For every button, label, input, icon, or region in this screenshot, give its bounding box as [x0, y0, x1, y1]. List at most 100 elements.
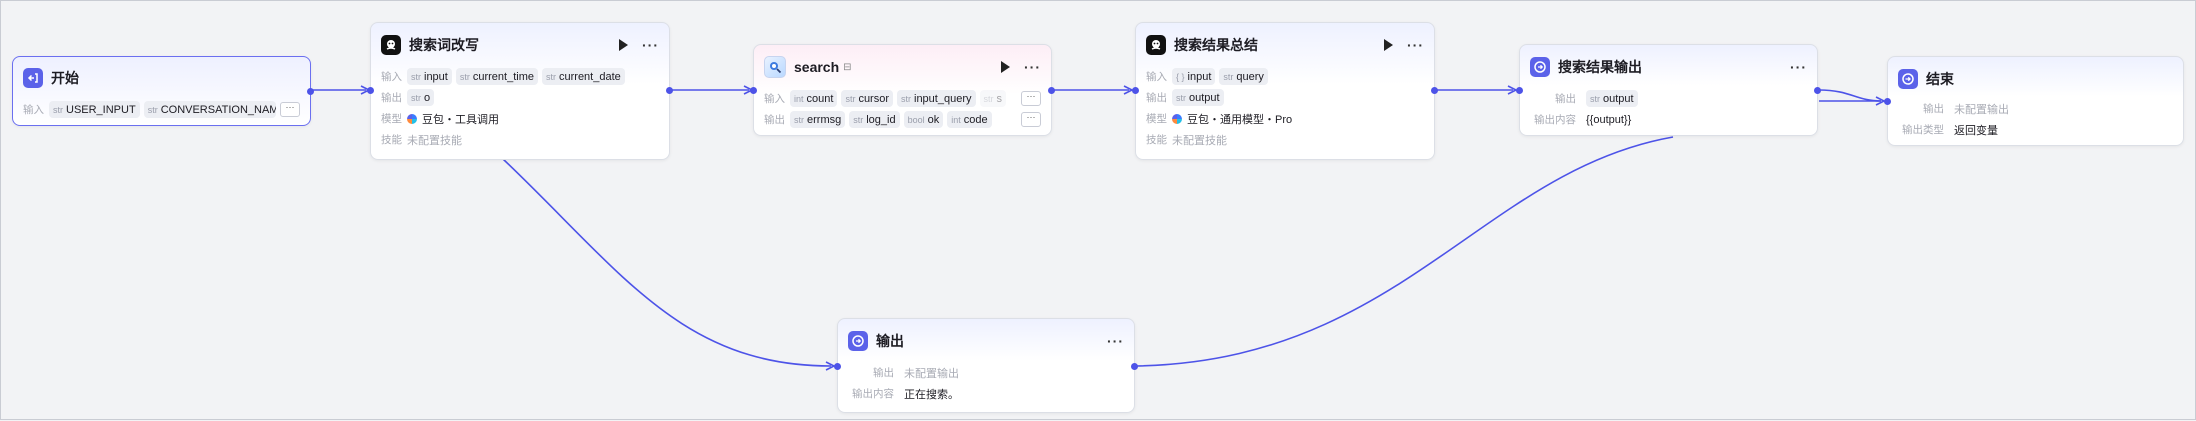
node-title: 输出: [876, 333, 904, 349]
output-row: 输出 str o: [381, 87, 659, 108]
input-port[interactable]: [1884, 98, 1891, 105]
workflow-canvas[interactable]: 开始 输入 str USER_INPUT str CONVERSATION_NAME…: [0, 0, 2196, 420]
model-name: 豆包・工具调用: [422, 113, 499, 126]
input-port[interactable]: [750, 87, 757, 94]
node-title: 结束: [1926, 71, 1954, 87]
node-start[interactable]: 开始 输入 str USER_INPUT str CONVERSATION_NAME…: [12, 56, 314, 126]
node-end[interactable]: 结束 输出 未配置输出 输出类型 返回变量: [1884, 56, 2184, 146]
llm-icon: [381, 35, 401, 55]
output-row: 输出 str output: [1146, 87, 1424, 108]
model-row: 模型 豆包・工具调用: [381, 108, 659, 129]
input-chip: str input: [407, 68, 452, 85]
node-header: 搜索词改写 ···: [381, 33, 659, 57]
output-chip: bool ok: [903, 111, 944, 128]
message-icon: [1530, 57, 1550, 77]
run-icon[interactable]: [1384, 39, 1393, 51]
node-header: 结束: [1898, 67, 2173, 91]
node-result-output[interactable]: 搜索结果输出 ··· 输出 str output 输出内容 {{output}}: [1516, 44, 1821, 136]
llm-icon: [1146, 35, 1166, 55]
run-icon[interactable]: [619, 39, 628, 51]
more-icon[interactable]: ···: [642, 38, 659, 52]
content-label: 输出内容: [1534, 114, 1576, 126]
input-label: 输入: [23, 104, 44, 116]
skill-label: 技能: [1146, 134, 1167, 146]
output-row: 输出 未配置输出: [1898, 98, 2173, 119]
input-port[interactable]: [1132, 87, 1139, 94]
model-icon: [1172, 113, 1182, 124]
node-header: search ⊟ ···: [764, 55, 1041, 79]
input-chip: str s: [979, 90, 1006, 107]
model-label: 模型: [1146, 113, 1167, 125]
output-port[interactable]: [666, 87, 673, 94]
input-chip: str cursor: [841, 90, 893, 107]
input-row: 输入 { } input str query: [1146, 66, 1424, 87]
input-chip: str CONVERSATION_NAME: [143, 101, 276, 118]
output-value: 未配置输出: [1954, 103, 2009, 116]
output-chip: str output: [1172, 89, 1224, 106]
input-chip: str current_time: [455, 68, 538, 85]
content-row: 输出内容 正在搜索。: [848, 383, 1124, 404]
input-chip: int count: [790, 90, 838, 107]
input-port[interactable]: [367, 87, 374, 94]
message-icon: [848, 331, 868, 351]
content-value: 正在搜索。: [904, 388, 959, 401]
model-icon: [407, 113, 417, 124]
model-name: 豆包・通用模型・Pro: [1187, 113, 1293, 126]
run-icon[interactable]: [1001, 61, 1010, 73]
node-search-summary[interactable]: 搜索结果总结 ··· 输入 { } input str query 输出 str ou…: [1132, 22, 1438, 160]
output-chip: str errmsg: [790, 111, 846, 128]
output-port[interactable]: [307, 88, 314, 95]
edge-output-resultout: [1135, 136, 1674, 367]
plugin-icon: [764, 56, 786, 78]
skill-row: 技能 未配置技能: [1146, 129, 1424, 150]
content-row: 输出内容 {{output}}: [1530, 109, 1807, 130]
output-label: 输出: [1146, 92, 1167, 104]
more-icon[interactable]: ···: [1407, 38, 1424, 52]
input-chip: str input_query: [897, 90, 976, 107]
node-title: 搜索结果输出: [1558, 59, 1642, 75]
model-label: 模型: [381, 113, 402, 125]
input-chip: str USER_INPUT: [49, 101, 140, 118]
output-value: 未配置输出: [904, 367, 959, 380]
output-row: 输出 未配置输出: [848, 362, 1124, 383]
node-header: 开始: [23, 66, 300, 90]
input-row: 输入 str input str current_time str current_d…: [381, 66, 659, 87]
type-row: 输出类型 返回变量: [1898, 119, 2173, 140]
end-icon: [1898, 69, 1918, 89]
content-value: {{output}}: [1586, 113, 1632, 126]
more-inputs-button[interactable]: ···: [1021, 91, 1041, 106]
input-row: 输入 int count str cursor str input_query str…: [764, 88, 1041, 109]
node-output[interactable]: 输出 ··· 输出 未配置输出 输出内容 正在搜索。: [834, 318, 1138, 413]
output-label: 输出: [381, 92, 402, 104]
output-row: 输出 str output: [1530, 88, 1807, 109]
node-header: 输出 ···: [848, 329, 1124, 353]
input-port[interactable]: [1516, 87, 1523, 94]
type-value: 返回变量: [1954, 124, 1998, 137]
plugin-info-icon[interactable]: ⊟: [843, 62, 851, 73]
input-label: 输入: [1146, 71, 1167, 83]
input-port[interactable]: [834, 363, 841, 370]
model-row: 模型 豆包・通用模型・Pro: [1146, 108, 1424, 129]
output-port[interactable]: [1048, 87, 1055, 94]
output-label: 输出: [873, 367, 894, 379]
start-icon: [23, 68, 43, 88]
more-outputs-button[interactable]: ···: [1021, 112, 1041, 127]
output-port[interactable]: [1431, 87, 1438, 94]
node-header: 搜索结果输出 ···: [1530, 55, 1807, 79]
node-header: 搜索结果总结 ···: [1146, 33, 1424, 57]
content-label: 输出内容: [852, 388, 894, 400]
more-icon[interactable]: ···: [1790, 60, 1807, 74]
output-port[interactable]: [1131, 363, 1138, 370]
node-search-rewrite[interactable]: 搜索词改写 ··· 输入 str input str current_time st…: [367, 22, 673, 160]
more-icon[interactable]: ···: [1024, 60, 1041, 74]
node-title: 搜索结果总结: [1174, 37, 1258, 53]
input-row: 输入 str USER_INPUT str CONVERSATION_NAME ··…: [23, 99, 300, 120]
output-port[interactable]: [1814, 87, 1821, 94]
more-icon[interactable]: ···: [1107, 334, 1124, 348]
node-search-plugin[interactable]: search ⊟ ··· 输入 int count str cursor str in…: [750, 44, 1055, 136]
output-label: 输出: [1555, 93, 1576, 105]
edge-resultout-end: [1818, 89, 1882, 102]
more-inputs-button[interactable]: ···: [280, 102, 300, 117]
input-label: 输入: [764, 93, 785, 105]
input-chip: str query: [1219, 68, 1268, 85]
